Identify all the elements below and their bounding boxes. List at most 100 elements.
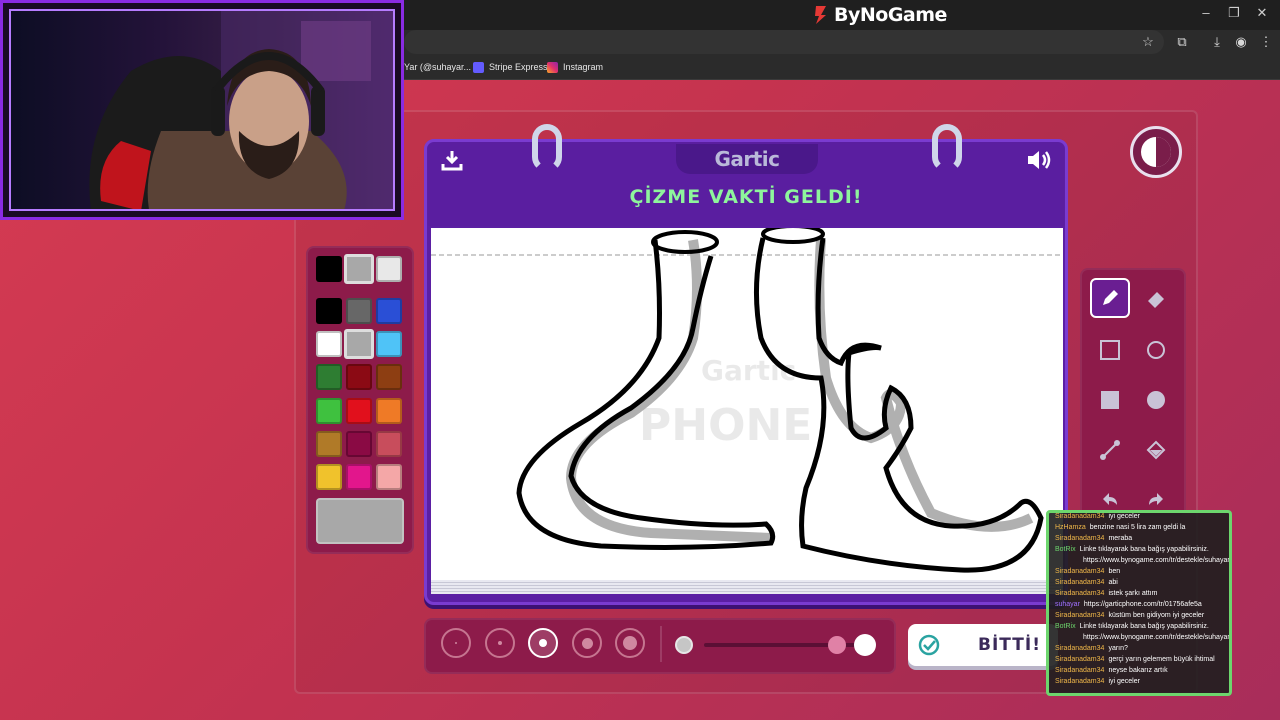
chat-text: meraba bbox=[1108, 535, 1133, 542]
chat-message: Siradanadam34 yarın? bbox=[1055, 645, 1128, 652]
streamer-image bbox=[89, 11, 393, 209]
square-outline-icon[interactable] bbox=[1090, 330, 1130, 370]
chat-username: HzHamza bbox=[1055, 524, 1086, 531]
chat-message: Siradanadam34 ben bbox=[1055, 568, 1120, 575]
restore-icon[interactable]: ❐ bbox=[1224, 5, 1244, 21]
chat-text: https://www.bynogame.com/tr/destekle/suh… bbox=[1083, 634, 1230, 641]
chat-message: Siradanadam34 meraba bbox=[1055, 535, 1132, 542]
color-swatch[interactable] bbox=[376, 431, 402, 457]
color-swatch[interactable] bbox=[346, 298, 372, 324]
circle-filled-icon[interactable] bbox=[1136, 380, 1176, 420]
gartic-logo: Gartic bbox=[676, 144, 818, 174]
bookmark-item[interactable]: Stripe Express bbox=[473, 59, 548, 75]
chat-username: Siradanadam34 bbox=[1055, 568, 1105, 575]
chat-username: Siradanadam34 bbox=[1055, 535, 1105, 542]
chat-message: Siradanadam34 küstüm ben gidiyom iyi gece… bbox=[1055, 612, 1204, 619]
color-swatch[interactable] bbox=[316, 464, 342, 490]
color-swatch[interactable] bbox=[316, 364, 342, 390]
brand-logo: ByNoGame bbox=[812, 2, 947, 28]
check-icon bbox=[918, 634, 940, 656]
close-icon[interactable]: ✕ bbox=[1252, 5, 1272, 21]
brush-size-2[interactable] bbox=[485, 628, 515, 658]
bookmark-item[interactable]: Yar (@suhayar... bbox=[404, 59, 471, 75]
instagram-icon bbox=[547, 61, 558, 73]
chat-username: Siradanadam34 bbox=[1055, 590, 1105, 597]
eraser-icon[interactable] bbox=[1136, 278, 1176, 318]
divider bbox=[660, 626, 662, 662]
chat-text: Linke tıklayarak bana bağış yapabilirsin… bbox=[1079, 546, 1209, 553]
color-swatch[interactable] bbox=[346, 464, 372, 490]
chat-text: ben bbox=[1108, 568, 1121, 575]
chat-username: suhayar bbox=[1055, 601, 1080, 608]
line-icon[interactable] bbox=[1090, 430, 1130, 470]
chat-message: BotRix Linke tıklayarak bana bağış yapabi… bbox=[1055, 546, 1209, 553]
chat-text: iyi geceler bbox=[1108, 513, 1140, 520]
chat-message: https://www.bynogame.com/tr/destekle/suh… bbox=[1083, 557, 1230, 564]
address-field[interactable] bbox=[404, 30, 1164, 54]
chat-text: yarın? bbox=[1108, 645, 1128, 652]
color-swatch[interactable] bbox=[376, 331, 402, 357]
color-swatch[interactable] bbox=[316, 331, 342, 357]
current-color-preview bbox=[316, 498, 404, 544]
binder-ring-icon bbox=[932, 124, 962, 172]
done-button[interactable]: BİTTİ! bbox=[908, 624, 1058, 666]
profile-icon[interactable]: ◉ bbox=[1233, 34, 1249, 50]
chat-text: istek şarkı attım bbox=[1108, 590, 1158, 597]
color-swatch[interactable] bbox=[316, 298, 342, 324]
color-swatch[interactable] bbox=[346, 398, 372, 424]
chat-message: https://www.bynogame.com/tr/destekle/suh… bbox=[1083, 634, 1230, 641]
svg-text:Gartic: Gartic bbox=[701, 354, 796, 387]
contrast-toggle-button[interactable] bbox=[1130, 126, 1182, 178]
webcam-feed bbox=[9, 9, 395, 211]
color-swatch[interactable] bbox=[316, 398, 342, 424]
chat-text: benzine nasi 5 lira zam geldi la bbox=[1089, 524, 1186, 531]
webcam-overlay bbox=[0, 0, 404, 220]
color-swatch[interactable] bbox=[344, 254, 374, 284]
chat-message: Siradanadam34 gerçi yarın gelemem büyük i… bbox=[1055, 656, 1215, 663]
chat-message: HzHamza benzine nasi 5 lira zam geldi la bbox=[1055, 524, 1185, 531]
chat-username: Siradanadam34 bbox=[1055, 656, 1105, 663]
download-icon[interactable] bbox=[440, 148, 464, 172]
chat-username: Siradanadam34 bbox=[1055, 678, 1105, 685]
color-swatch[interactable] bbox=[376, 298, 402, 324]
menu-icon[interactable]: ⋮ bbox=[1258, 34, 1274, 50]
color-swatch[interactable] bbox=[376, 398, 402, 424]
color-swatch[interactable] bbox=[376, 464, 402, 490]
chat-text: neyse bakarız artık bbox=[1108, 667, 1168, 674]
brush-size-1[interactable] bbox=[441, 628, 471, 658]
pencil-icon[interactable] bbox=[1090, 278, 1130, 318]
brush-size-4[interactable] bbox=[572, 628, 602, 658]
color-swatch[interactable] bbox=[316, 431, 342, 457]
color-swatch[interactable] bbox=[346, 431, 372, 457]
star-icon[interactable]: ☆ bbox=[1140, 34, 1156, 50]
bynogame-logo-icon bbox=[815, 6, 826, 24]
fill-bucket-icon[interactable] bbox=[1136, 430, 1176, 470]
download-icon[interactable]: ⤓ bbox=[1209, 34, 1225, 50]
color-swatch[interactable] bbox=[376, 256, 402, 282]
bookmark-item[interactable]: Instagram bbox=[547, 59, 603, 75]
chat-username: Siradanadam34 bbox=[1055, 612, 1105, 619]
chat-username: Siradanadam34 bbox=[1055, 579, 1105, 586]
drawing-canvas[interactable]: Gartic PHONE bbox=[431, 228, 1063, 580]
circle-outline-icon[interactable] bbox=[1136, 330, 1176, 370]
color-swatch[interactable] bbox=[344, 329, 374, 359]
extensions-icon[interactable]: ⧉ bbox=[1174, 34, 1190, 50]
chat-text: https://www.bynogame.com/tr/destekle/suh… bbox=[1083, 557, 1230, 564]
chat-message: Siradanadam34 iyi geceler bbox=[1055, 678, 1140, 685]
minimize-icon[interactable]: – bbox=[1196, 5, 1216, 20]
brush-size-5[interactable] bbox=[615, 628, 645, 658]
chat-username: BotRix bbox=[1055, 623, 1076, 630]
color-swatch[interactable] bbox=[376, 364, 402, 390]
brand-name: ByNoGame bbox=[834, 4, 947, 26]
stripe-icon bbox=[473, 61, 484, 73]
sound-icon[interactable] bbox=[1026, 148, 1054, 172]
brush-size-3[interactable] bbox=[528, 628, 558, 658]
square-filled-icon[interactable] bbox=[1090, 380, 1130, 420]
chat-message: Siradanadam34 istek şarkı attım bbox=[1055, 590, 1157, 597]
chat-message: Siradanadam34 iyi geceler bbox=[1055, 513, 1140, 520]
svg-text:PHONE: PHONE bbox=[639, 400, 812, 451]
chat-text: iyi geceler bbox=[1108, 678, 1140, 685]
color-swatch[interactable] bbox=[316, 256, 342, 282]
opacity-slider-handle[interactable] bbox=[828, 636, 846, 654]
color-swatch[interactable] bbox=[346, 364, 372, 390]
